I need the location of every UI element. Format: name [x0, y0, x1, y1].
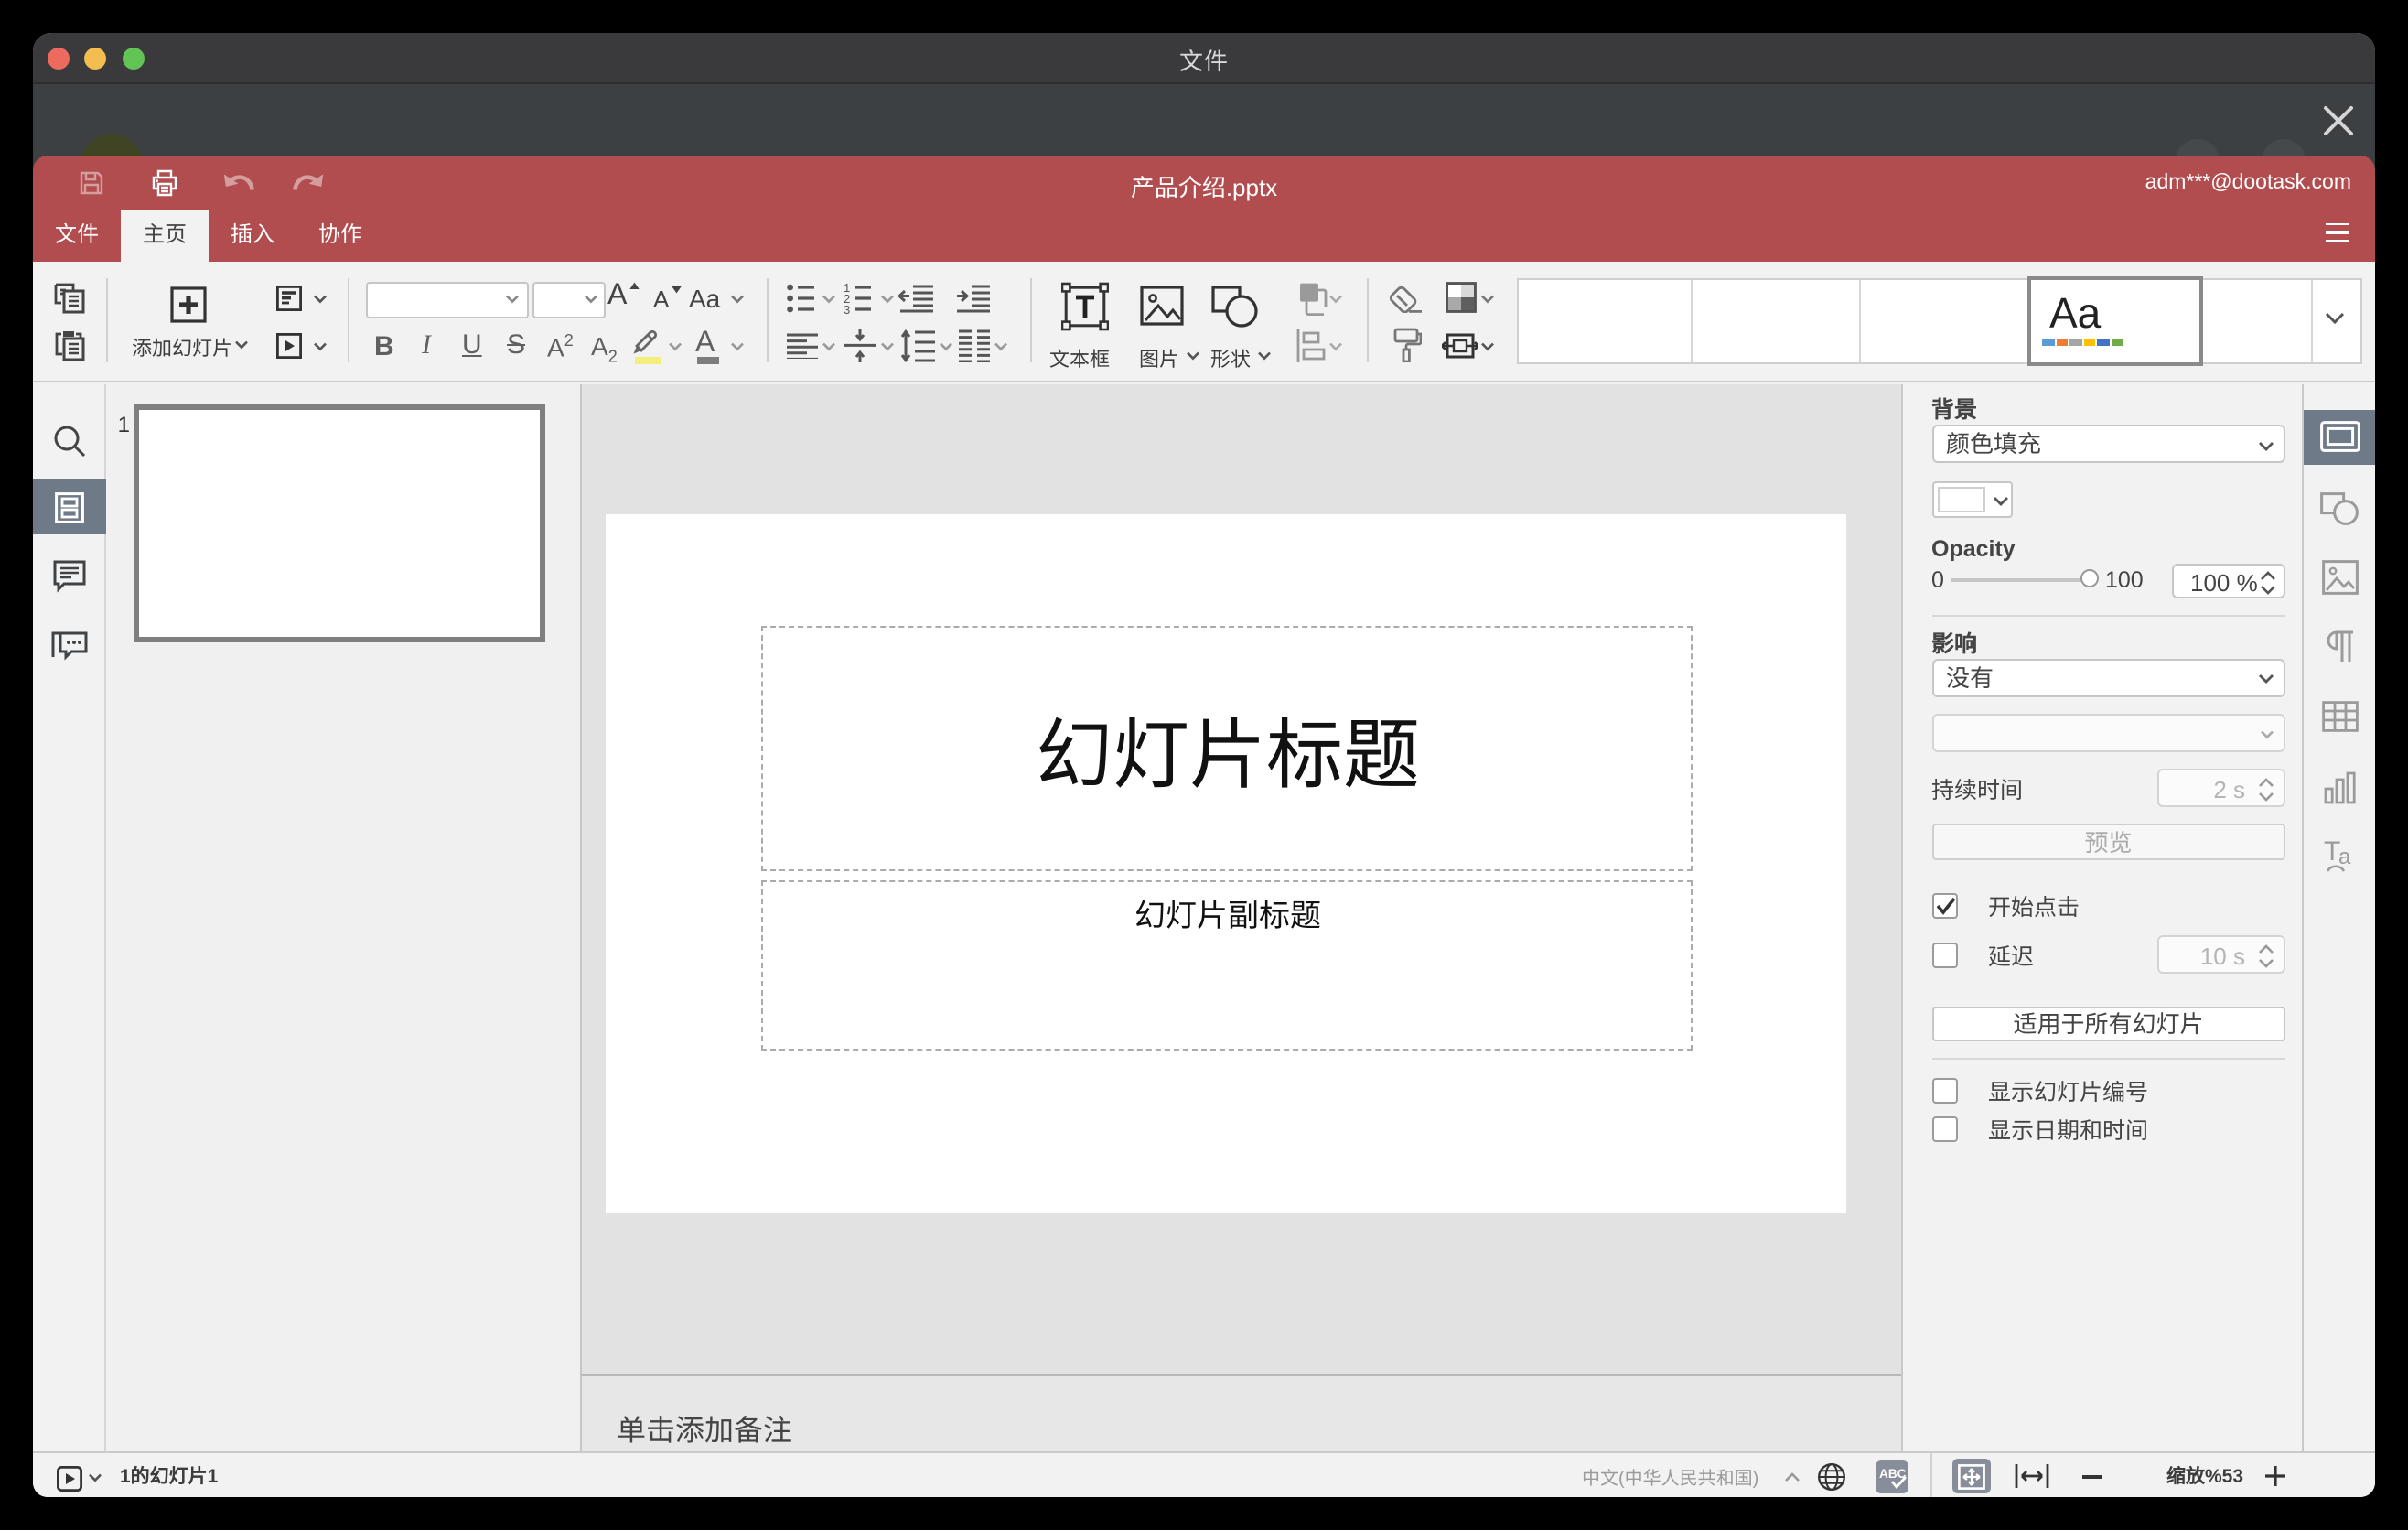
svg-text:ABC: ABC [1879, 1466, 1907, 1480]
svg-text:a: a [2338, 844, 2351, 868]
svg-text:3: 3 [844, 302, 850, 314]
